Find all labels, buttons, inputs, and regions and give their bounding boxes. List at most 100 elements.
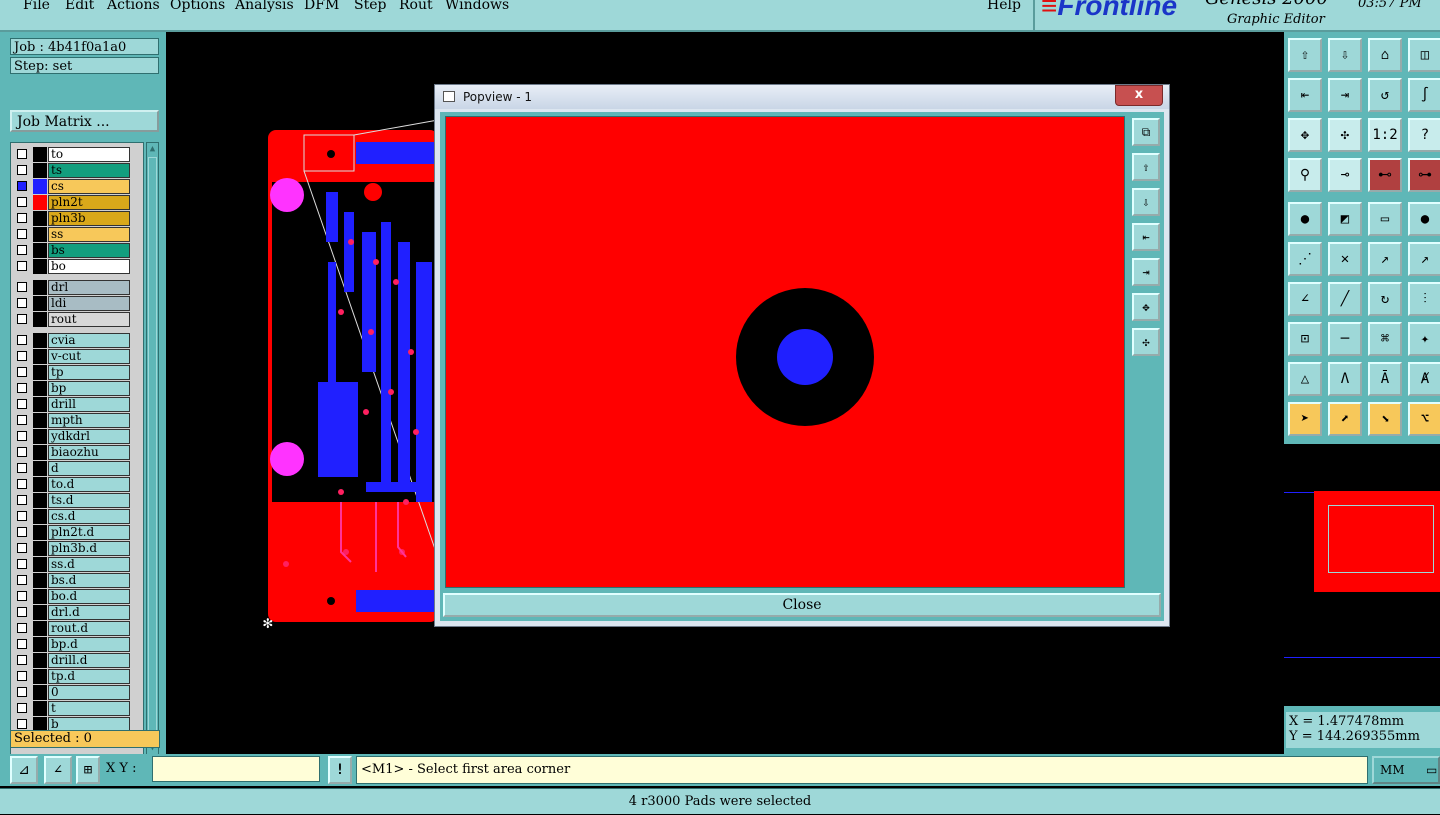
layer-row-ydkdrl[interactable]: ydkdrl [11, 429, 143, 444]
layer-down-icon[interactable]: ⇩ [1328, 38, 1362, 72]
connect-icon[interactable]: ⋰ [1288, 242, 1322, 276]
popview-close-button[interactable]: Close [443, 593, 1161, 617]
layer-name[interactable]: drl [48, 280, 130, 295]
a-dim-icon[interactable]: Ⱥ [1408, 362, 1440, 396]
layer-up-icon[interactable]: ⇧ [1288, 38, 1322, 72]
layer-row-rout[interactable]: rout [11, 312, 143, 327]
a-shape-icon[interactable]: Λ [1328, 362, 1362, 396]
layer-row-drill.d[interactable]: drill.d [11, 653, 143, 668]
layer-name[interactable]: drill.d [48, 653, 130, 668]
layer-row-mpth[interactable]: mpth [11, 413, 143, 428]
net-alt-icon[interactable]: ⊶ [1408, 158, 1440, 192]
menu-options[interactable]: Options [170, 0, 225, 13]
layer-row-0[interactable]: 0 [11, 685, 143, 700]
job-matrix-button[interactable]: Job Matrix ... [10, 110, 159, 132]
layer-color-swatch[interactable] [33, 227, 47, 242]
layer-row-bs[interactable]: bs [11, 243, 143, 258]
layer-color-swatch[interactable] [33, 637, 47, 652]
layer-name[interactable]: rout [48, 312, 130, 327]
layer-color-swatch[interactable] [33, 509, 47, 524]
layer-name[interactable]: pln2t.d [48, 525, 130, 540]
layer-row-bp.d[interactable]: bp.d [11, 637, 143, 652]
layer-checkbox[interactable] [17, 282, 27, 292]
layer-name[interactable]: bo.d [48, 589, 130, 604]
layer-name[interactable]: ss [48, 227, 130, 242]
layer-checkbox[interactable] [17, 197, 27, 207]
layer-checkbox[interactable] [17, 165, 27, 175]
arc-point-icon[interactable]: ↗ [1368, 242, 1402, 276]
layer-color-swatch[interactable] [33, 669, 47, 684]
pointer-tree-icon[interactable]: ⌥ [1408, 402, 1440, 436]
snap-angle-icon[interactable]: ∠ [44, 756, 72, 784]
pointer-box-icon[interactable]: ⬈ [1328, 402, 1362, 436]
rotate-icon[interactable]: ↻ [1368, 282, 1402, 316]
layer-row-drl.d[interactable]: drl.d [11, 605, 143, 620]
layer-color-swatch[interactable] [33, 312, 47, 327]
layer-name[interactable]: bp [48, 381, 130, 396]
layer-color-swatch[interactable] [33, 525, 47, 540]
slash-icon[interactable]: ╱ [1328, 282, 1362, 316]
layer-name[interactable]: tp [48, 365, 130, 380]
layer-color-swatch[interactable] [33, 477, 47, 492]
overview-map[interactable] [1284, 444, 1440, 706]
layer-name[interactable]: mpth [48, 413, 130, 428]
units-selector[interactable]: MM ▭ [1372, 756, 1440, 784]
layer-name[interactable]: pln2t [48, 195, 130, 210]
layer-up-icon[interactable]: ⇧ [1132, 153, 1160, 181]
layer-color-swatch[interactable] [33, 461, 47, 476]
ruler-icon[interactable]: ▭ [1368, 202, 1402, 236]
layer-row-cs.d[interactable]: cs.d [11, 509, 143, 524]
layer-row-biaozhu[interactable]: biaozhu [11, 445, 143, 460]
snap-grid-icon[interactable]: ⊿ [10, 756, 38, 784]
move-right-icon[interactable]: ⇥ [1132, 258, 1160, 286]
layer-color-swatch[interactable] [33, 701, 47, 716]
split-icon[interactable]: ◫ [1408, 38, 1440, 72]
fit-icon[interactable]: ✥ [1132, 293, 1160, 321]
menu-edit[interactable]: Edit [65, 0, 94, 13]
layer-name[interactable]: ydkdrl [48, 429, 130, 444]
a-arc-icon[interactable]: Ā [1368, 362, 1402, 396]
layer-list-scrollbar[interactable]: ▲ ▼ [146, 142, 159, 756]
layer-row-pln3b[interactable]: pln3b [11, 211, 143, 226]
zoom-window-icon[interactable]: ⧉ [1132, 118, 1160, 146]
net-icon[interactable]: ⊷ [1368, 158, 1402, 192]
layer-color-swatch[interactable] [33, 621, 47, 636]
layer-row-pln2t.d[interactable]: pln2t.d [11, 525, 143, 540]
move-left-icon[interactable]: ⇤ [1132, 223, 1160, 251]
layer-row-ss[interactable]: ss [11, 227, 143, 242]
layer-name[interactable]: d [48, 461, 130, 476]
triangle-icon[interactable]: △ [1288, 362, 1322, 396]
layer-color-swatch[interactable] [33, 243, 47, 258]
layer-row-ts[interactable]: ts [11, 163, 143, 178]
layer-checkbox[interactable] [17, 181, 27, 191]
scroll-up-icon[interactable]: ▲ [148, 144, 157, 154]
layer-color-swatch[interactable] [33, 493, 47, 508]
popview-canvas[interactable] [445, 116, 1125, 588]
home-icon[interactable]: ⌂ [1368, 38, 1402, 72]
layer-down-icon[interactable]: ⇩ [1132, 188, 1160, 216]
layer-checkbox[interactable] [17, 298, 27, 308]
layer-name[interactable]: ts.d [48, 493, 130, 508]
layer-row-cvia[interactable]: cvia [11, 333, 143, 348]
layer-checkbox[interactable] [17, 623, 27, 633]
layer-color-swatch[interactable] [33, 413, 47, 428]
layer-name[interactable]: 0 [48, 685, 130, 700]
menu-rout[interactable]: Rout [399, 0, 433, 13]
layer-checkbox[interactable] [17, 367, 27, 377]
layer-row-rout.d[interactable]: rout.d [11, 621, 143, 636]
layer-checkbox[interactable] [17, 213, 27, 223]
layer-checkbox[interactable] [17, 245, 27, 255]
layer-row-ss.d[interactable]: ss.d [11, 557, 143, 572]
layer-name[interactable]: to [48, 147, 130, 162]
layer-row-to.d[interactable]: to.d [11, 477, 143, 492]
layer-color-swatch[interactable] [33, 163, 47, 178]
layer-checkbox[interactable] [17, 591, 27, 601]
layer-checkbox[interactable] [17, 463, 27, 473]
layer-color-swatch[interactable] [33, 195, 47, 210]
overview-viewport[interactable] [1328, 505, 1434, 573]
layer-color-swatch[interactable] [33, 605, 47, 620]
menu-actions[interactable]: Actions [107, 0, 160, 13]
layer-color-swatch[interactable] [33, 557, 47, 572]
layer-color-swatch[interactable] [33, 653, 47, 668]
layer-color-swatch[interactable] [33, 333, 47, 348]
